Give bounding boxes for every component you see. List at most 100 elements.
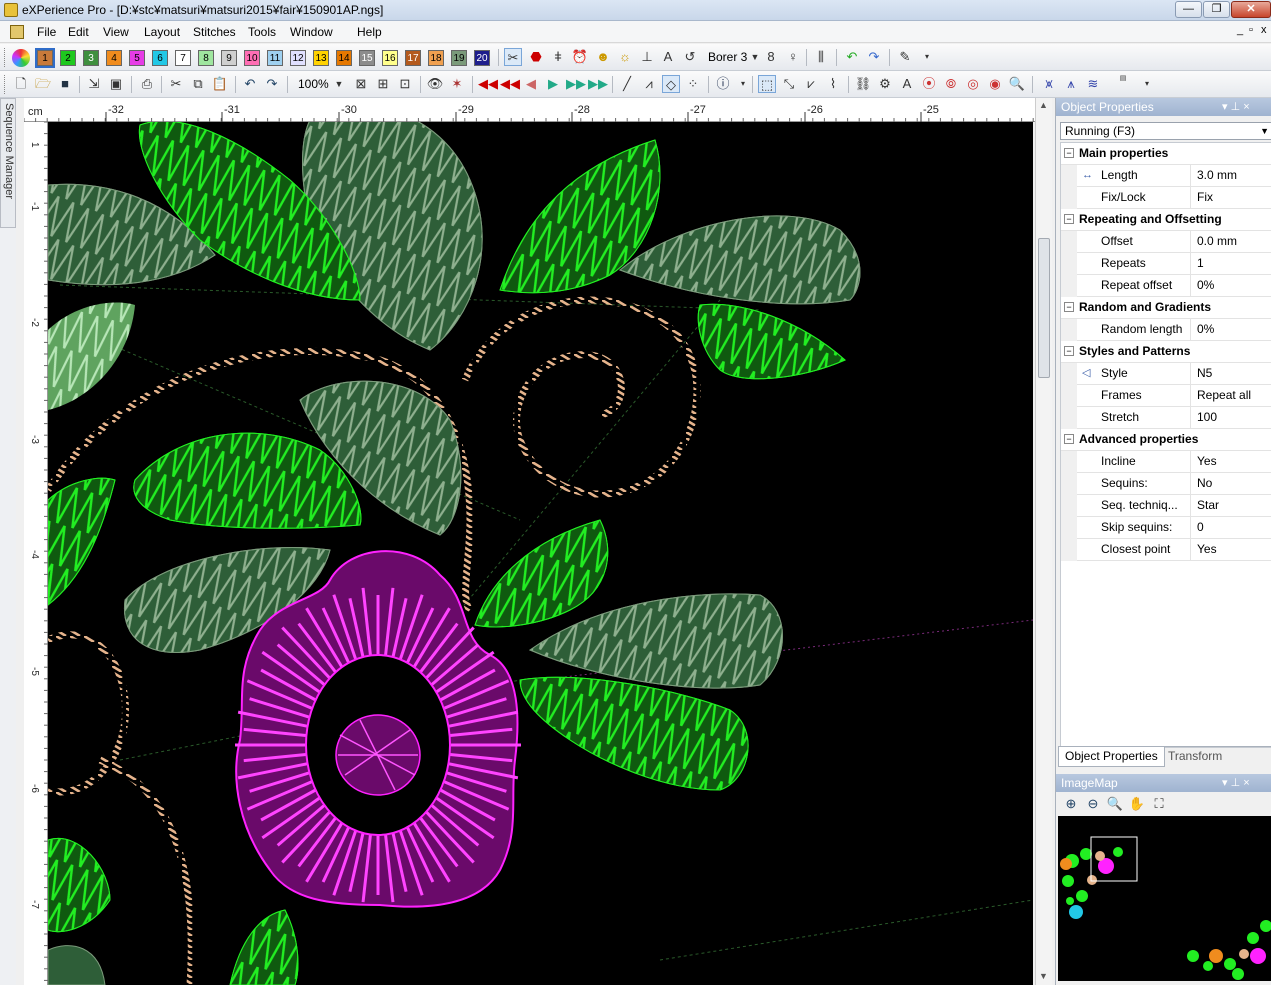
reshape-icon[interactable]: ⌇	[824, 75, 842, 93]
object-type-select[interactable]: Running (F3) ▼	[1060, 122, 1271, 140]
property-row[interactable]: Frames Repeat all	[1061, 385, 1271, 407]
chevron-down-icon[interactable]: ▼	[330, 75, 348, 93]
menu-layout[interactable]: Layout	[144, 25, 180, 39]
property-value[interactable]: Star	[1197, 495, 1219, 516]
sequin-double-icon[interactable]: ⦾	[942, 75, 960, 93]
property-row[interactable]: ◁ Style N5	[1061, 363, 1271, 385]
info-icon[interactable]: ⓘ	[714, 75, 732, 93]
panel-pin-buttons[interactable]: ▾ ⊥ ×	[1222, 98, 1250, 116]
color-swatch-2[interactable]: 2	[60, 50, 76, 66]
property-value[interactable]: N5	[1197, 363, 1212, 384]
open-folder-icon[interactable]: 🗁	[34, 75, 52, 93]
hide-icon[interactable]: ✶	[448, 75, 466, 93]
color-swatch-1[interactable]: 1	[35, 48, 55, 68]
needle-icon[interactable]: ǂ	[549, 48, 567, 66]
tab-object-properties[interactable]: Object Properties	[1058, 747, 1165, 767]
color-swatch-19[interactable]: 19	[451, 50, 467, 66]
scrollbar-thumb[interactable]	[1038, 238, 1050, 378]
save-icon[interactable]: ■	[56, 75, 74, 93]
collapse-icon[interactable]: −	[1064, 148, 1074, 158]
color-swatch-13[interactable]: 13	[313, 50, 329, 66]
color-swatch-4[interactable]: 4	[106, 50, 122, 66]
toolbar-options-icon[interactable]: ▾	[734, 75, 752, 93]
zoom-selection-icon[interactable]: ⊡	[396, 75, 414, 93]
first-stitch-icon[interactable]: ◀◀	[478, 75, 498, 93]
color-swatch-11[interactable]: 11	[267, 50, 283, 66]
menu-tools[interactable]: Tools	[248, 25, 276, 39]
stop-icon[interactable]: ⬣	[527, 48, 545, 66]
cut-icon[interactable]: ✂	[167, 75, 185, 93]
collapse-icon[interactable]: −	[1064, 346, 1074, 356]
close-button[interactable]: ✕	[1231, 1, 1271, 18]
double-borer-icon[interactable]: ♀	[784, 48, 802, 66]
color-swatch-10[interactable]: 10	[244, 50, 260, 66]
previous-stitch-icon[interactable]: ◀	[522, 75, 540, 93]
property-row[interactable]: Skip sequins: 0	[1061, 517, 1271, 539]
property-value[interactable]: Repeat all	[1197, 385, 1251, 406]
trim-icon[interactable]: ☻	[594, 48, 612, 66]
cut-jump-icon[interactable]: ☼	[616, 48, 634, 66]
sequence-manager-tab[interactable]: Sequence Manager	[0, 98, 16, 228]
mdi-close-button[interactable]: x	[1261, 24, 1267, 36]
next-stitch-icon[interactable]: ▶	[544, 75, 562, 93]
imagemap-preview[interactable]	[1058, 816, 1271, 981]
restore-button[interactable]: ❐	[1203, 1, 1230, 18]
toolbar-grip[interactable]	[4, 48, 7, 67]
color-swatch-14[interactable]: 14	[336, 50, 352, 66]
property-value[interactable]: 1	[1197, 253, 1204, 274]
scroll-down-icon[interactable]: ▼	[1039, 971, 1048, 981]
collapse-icon[interactable]: −	[1064, 434, 1074, 444]
property-row[interactable]: Random length 0%	[1061, 319, 1271, 341]
menu-help[interactable]: Help	[357, 25, 382, 39]
property-row[interactable]: ↔ Length 3.0 mm	[1061, 165, 1271, 187]
sequin-ring-icon[interactable]: ◎	[964, 75, 982, 93]
density-icon[interactable]: ⩙	[1040, 75, 1058, 93]
zoom-tool-icon[interactable]: 🔍	[1008, 75, 1026, 93]
line-tool-icon[interactable]: ╱	[618, 75, 636, 93]
node-icon[interactable]: ⛓	[854, 75, 872, 93]
property-row[interactable]: Closest point Yes	[1061, 539, 1271, 561]
redo-icon[interactable]: ↷	[263, 75, 281, 93]
wave-icon[interactable]: ≋	[1084, 75, 1102, 93]
toolbar-grip[interactable]	[4, 75, 7, 94]
color-swatch-15[interactable]: 15	[359, 50, 375, 66]
toolbar-options-icon[interactable]: ▾	[918, 48, 936, 66]
settings-icon[interactable]: ⚙	[876, 75, 894, 93]
mdi-restore-button[interactable]: ▫	[1249, 24, 1253, 36]
new-file-icon[interactable]: 🗋	[12, 75, 30, 93]
color-swatch-16[interactable]: 16	[382, 50, 398, 66]
pin-icon[interactable]: ⊥	[638, 48, 656, 66]
canvas-vertical-scrollbar[interactable]: ▲ ▼	[1035, 98, 1052, 985]
property-value[interactable]: Yes	[1197, 451, 1217, 472]
menu-window[interactable]: Window	[290, 25, 333, 39]
color-swatch-6[interactable]: 6	[152, 50, 168, 66]
text-tool-icon[interactable]: A	[898, 75, 916, 93]
property-value[interactable]: 100	[1197, 407, 1217, 428]
property-group[interactable]: − Advanced properties	[1061, 429, 1271, 451]
undo-icon[interactable]: ↶	[241, 75, 259, 93]
borer-icon[interactable]: 8	[762, 48, 780, 66]
property-value[interactable]: 0	[1197, 517, 1204, 538]
property-row[interactable]: Seq. techniq... Star	[1061, 495, 1271, 517]
menu-stitches[interactable]: Stitches	[193, 25, 236, 39]
zoom-select[interactable]: 100%	[298, 76, 329, 94]
zoom-icon[interactable]: 🔍	[1106, 795, 1124, 813]
pan-hand-icon[interactable]: ✋	[1128, 795, 1146, 813]
copy-icon[interactable]: ⧉	[189, 75, 207, 93]
property-value[interactable]: 3.0 mm	[1197, 165, 1237, 186]
property-group[interactable]: − Random and Gradients	[1061, 297, 1271, 319]
color-swatch-8[interactable]: 8	[198, 50, 214, 66]
property-group[interactable]: − Main properties	[1061, 143, 1271, 165]
color-swatch-7[interactable]: 7	[175, 50, 191, 66]
zoom-all-icon[interactable]: ⊞	[374, 75, 392, 93]
color-swatch-20[interactable]: 20	[474, 50, 490, 66]
align-icon[interactable]: ⫼	[812, 48, 830, 66]
collapse-icon[interactable]: −	[1064, 302, 1074, 312]
scissors-icon[interactable]: ✂	[504, 48, 522, 66]
panel-pin-buttons[interactable]: ▾ ⊥ ×	[1222, 774, 1250, 792]
save-all-icon[interactable]: ▣	[107, 75, 125, 93]
embroidery-design[interactable]	[48, 122, 1033, 985]
property-value[interactable]: No	[1197, 473, 1212, 494]
property-group[interactable]: − Styles and Patterns	[1061, 341, 1271, 363]
menu-edit[interactable]: Edit	[68, 25, 89, 39]
